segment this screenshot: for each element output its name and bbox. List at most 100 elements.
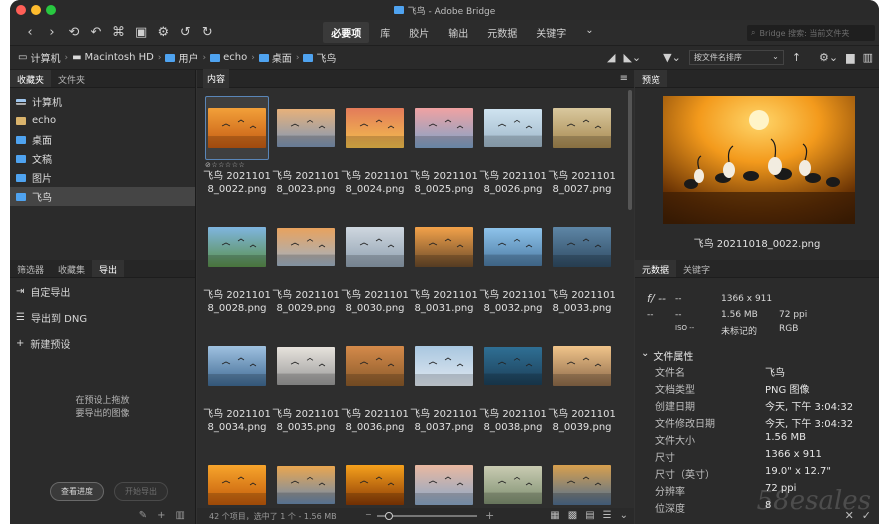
- thumbnail-image[interactable]: [277, 228, 335, 266]
- thumbnail-frame[interactable]: [274, 215, 338, 279]
- workspace-filmstrip[interactable]: 胶片: [401, 22, 437, 43]
- file-properties-header[interactable]: ⌄ 文件属性: [641, 348, 693, 363]
- crumb-users[interactable]: 用户: [165, 50, 198, 65]
- thumbnail-image[interactable]: [208, 108, 266, 148]
- thumbnail-frame[interactable]: [481, 96, 545, 160]
- zoom-in-icon[interactable]: +: [485, 509, 494, 522]
- favorite-echo[interactable]: echo: [10, 111, 195, 130]
- search-input[interactable]: ⌕ Bridge 搜索: 当前文件夹: [747, 25, 875, 41]
- tab-keywords[interactable]: 关键字: [676, 260, 717, 277]
- thumbnail-cell[interactable]: 飞鸟 2021101 8_0038.png: [479, 334, 547, 434]
- back-icon[interactable]: ‹: [24, 25, 36, 40]
- tab-export[interactable]: 导出: [92, 260, 125, 277]
- start-export-button[interactable]: 开始导出: [114, 482, 168, 501]
- thumbnail-cell[interactable]: 飞鸟 2021101 8_0033.png: [548, 215, 616, 315]
- thumbnail-frame[interactable]: [550, 96, 614, 160]
- thumbnail-frame[interactable]: [412, 334, 476, 398]
- view-list-icon[interactable]: ☰: [603, 510, 612, 521]
- thumbnail-cell[interactable]: 飞鸟 2021101 8_0028.png: [203, 215, 271, 315]
- thumbnail-cell[interactable]: 飞鸟 2021101 8_0025.png: [410, 96, 478, 196]
- thumbnail-cell[interactable]: 飞鸟 2021101 8_0029.png: [272, 215, 340, 315]
- recent-folders-icon[interactable]: ⟲: [68, 25, 80, 40]
- tab-preview[interactable]: 预览: [635, 70, 668, 87]
- refine-icon[interactable]: ▣: [135, 25, 147, 40]
- thumbnail-frame[interactable]: [412, 96, 476, 160]
- thumbnail-frame[interactable]: [343, 96, 407, 160]
- zoom-out-icon[interactable]: −: [365, 510, 372, 519]
- zoom-window-button[interactable]: [46, 5, 56, 15]
- thumbnail-image[interactable]: [277, 466, 335, 504]
- thumbnail-frame[interactable]: [274, 96, 338, 160]
- tab-metadata[interactable]: 元数据: [635, 260, 677, 277]
- thumbnail-image[interactable]: [484, 347, 542, 385]
- tab-content[interactable]: 内容: [203, 69, 230, 88]
- thumbnail-image[interactable]: [415, 346, 473, 386]
- star-rating[interactable]: ⊘☆☆☆☆☆: [205, 161, 269, 170]
- tab-filter[interactable]: 筛选器: [10, 260, 51, 277]
- thumbnail-image[interactable]: [484, 228, 542, 266]
- get-photos-icon[interactable]: ⌘: [112, 25, 125, 40]
- trash-icon[interactable]: ▥: [863, 51, 873, 64]
- thumbnail-frame[interactable]: [412, 215, 476, 279]
- thumbnail-image[interactable]: [346, 465, 404, 505]
- thumbnail-frame[interactable]: [343, 215, 407, 279]
- thumbnail-frame[interactable]: [343, 334, 407, 398]
- thumbnail-image[interactable]: [415, 108, 473, 148]
- delete-icon[interactable]: ▥: [176, 510, 185, 524]
- thumbnail-cell[interactable]: 飞鸟 2021101 8_0032.png: [479, 215, 547, 315]
- tab-collections[interactable]: 收藏集: [51, 260, 92, 277]
- thumbnail-cell[interactable]: ⊘☆☆☆☆☆ 飞鸟 2021101 8_0022.png: [203, 96, 271, 196]
- thumbnail-cell[interactable]: 飞鸟 2021101 8_0026.png: [479, 96, 547, 196]
- thumbnail-frame[interactable]: [274, 334, 338, 398]
- thumbnail-image[interactable]: [484, 466, 542, 504]
- workspace-more-chevron-icon[interactable]: ⌄: [577, 22, 601, 43]
- favorite-desktop[interactable]: 桌面: [10, 130, 195, 149]
- thumbnail-image[interactable]: [553, 108, 611, 148]
- workspace-keywords[interactable]: 关键字: [528, 22, 574, 43]
- favorite-computer[interactable]: 计算机: [10, 92, 195, 111]
- workspace-output[interactable]: 输出: [440, 22, 476, 43]
- favorite-pictures[interactable]: 图片: [10, 168, 195, 187]
- thumbnail-cell[interactable]: 飞鸟 2021101 8_0036.png: [341, 334, 409, 434]
- thumbnail-cell[interactable]: 飞鸟 2021101 8_0023.png: [272, 96, 340, 196]
- minimize-window-button[interactable]: [31, 5, 41, 15]
- thumbnail-image[interactable]: [553, 227, 611, 267]
- thumbnail-cell[interactable]: 飞鸟 2021101 8_0031.png: [410, 215, 478, 315]
- thumbnail-frame[interactable]: [550, 215, 614, 279]
- thumbnail-cell[interactable]: 飞鸟 2021101 8_0024.png: [341, 96, 409, 196]
- settings-icon[interactable]: ⚙: [157, 25, 169, 40]
- preview-image[interactable]: [663, 96, 855, 224]
- favorite-birds[interactable]: 飞鸟: [10, 187, 195, 206]
- thumbnail-frame[interactable]: [205, 215, 269, 279]
- thumbnail-frame[interactable]: [205, 334, 269, 398]
- filter-icon[interactable]: ▼⌄: [663, 51, 681, 64]
- thumbnail-image[interactable]: [346, 108, 404, 148]
- thumbnail-image[interactable]: [415, 227, 473, 267]
- export-to-dng[interactable]: ☰ 导出到 DNG: [10, 304, 195, 330]
- thumbnail-image[interactable]: [553, 346, 611, 386]
- tab-folders[interactable]: 文件夹: [51, 70, 92, 87]
- thumbnail-cell[interactable]: 飞鸟 2021101 8_0035.png: [272, 334, 340, 434]
- edit-icon[interactable]: ✎: [139, 510, 147, 524]
- view-thumbnails-icon[interactable]: ▩: [568, 510, 577, 521]
- thumbnail-frame[interactable]: [481, 215, 545, 279]
- thumbnail-image[interactable]: [346, 346, 404, 386]
- thumbnail-cell[interactable]: 飞鸟 2021101 8_0039.png: [548, 334, 616, 434]
- thumbnail-frame[interactable]: [481, 334, 545, 398]
- thumbnail-image[interactable]: [484, 109, 542, 147]
- return-icon[interactable]: ↶: [90, 25, 102, 40]
- open-recent-icon[interactable]: ⚙⌄: [819, 51, 838, 64]
- thumbnail-image[interactable]: [208, 465, 266, 505]
- add-icon[interactable]: +: [157, 510, 165, 524]
- new-preset[interactable]: + 新建预设: [10, 330, 195, 356]
- quality-icon[interactable]: ◢: [607, 51, 615, 64]
- thumbnail-image[interactable]: [346, 227, 404, 267]
- view-details-icon[interactable]: ▤: [585, 510, 594, 521]
- thumbnail-cell[interactable]: 飞鸟 2021101 8_0037.png: [410, 334, 478, 434]
- thumbnail-frame[interactable]: [205, 96, 269, 160]
- export-custom[interactable]: ⇥ 自定导出: [10, 278, 195, 304]
- rotate-left-icon[interactable]: ↺: [179, 25, 191, 40]
- star-filter-icon[interactable]: ◣⌄: [623, 51, 641, 64]
- view-progress-button[interactable]: 查看进度: [50, 482, 104, 501]
- thumbnail-frame[interactable]: [550, 334, 614, 398]
